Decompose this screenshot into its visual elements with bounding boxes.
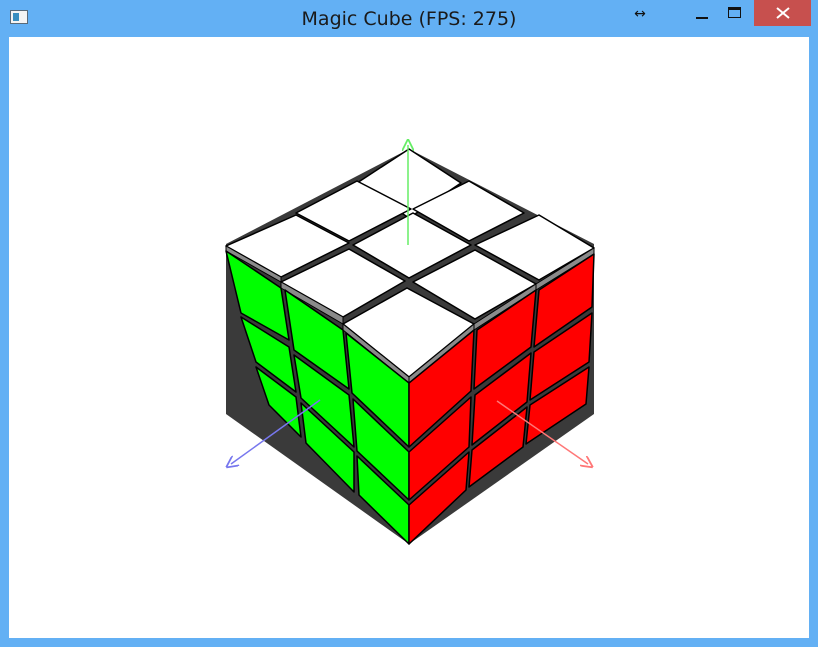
title-bar[interactable]: Magic Cube (FPS: 275) ↔ [0,0,818,37]
close-icon [776,7,790,19]
app-window: Magic Cube (FPS: 275) ↔ [0,0,818,647]
cube-scene [9,37,595,545]
minimize-button[interactable] [688,0,716,26]
minimize-icon [696,17,708,19]
resize-arrows-icon: ↔ [634,6,646,22]
render-canvas[interactable] [9,37,809,638]
close-button[interactable] [754,0,811,26]
maximize-icon [728,7,741,18]
maximize-button[interactable] [722,0,750,26]
